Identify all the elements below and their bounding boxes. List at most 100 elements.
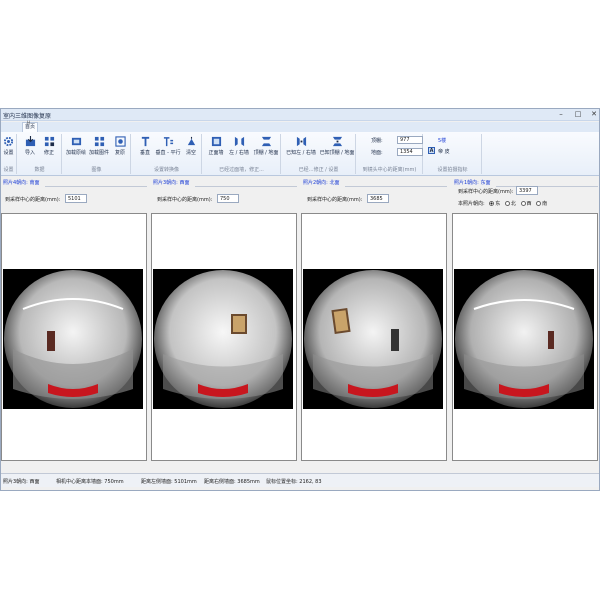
- left-right-wall-icon: [234, 136, 244, 147]
- photo-panel-north: 照片2朝向: 北面 到采样中心的距离(mm):: [301, 176, 450, 469]
- status-left-wall: 距离左侧墙面: 5101mm: [141, 479, 197, 485]
- distance-label: 到采样中心的距离(mm):: [458, 189, 514, 195]
- photo-panel-east: 照片1朝向: 东面 到采样中心的距离(mm): 本照片朝向: 东 北 西 南: [452, 176, 599, 469]
- photo-frame: [1, 213, 147, 461]
- load-image-button[interactable]: 加载图件: [88, 136, 110, 156]
- group-label-data: 数据: [34, 167, 45, 173]
- floor-distance-input[interactable]: [397, 148, 423, 156]
- window-title: 室内三维图像复原: [3, 113, 52, 120]
- distance-row: 到采样中心的距离(mm):: [458, 186, 538, 195]
- panel-header: 照片1朝向: 东面: [454, 180, 491, 186]
- close-button[interactable]: ✕: [587, 110, 599, 119]
- clear-icon: [187, 136, 195, 146]
- left-right-wall-button[interactable]: 左 / 右墙: [227, 136, 251, 156]
- floor-distance-label: 地面:: [371, 150, 383, 156]
- ceiling-distance-input[interactable]: [397, 136, 423, 144]
- status-photo: 照片3朝向: 西面: [3, 479, 40, 485]
- direction-radio-group: 本照片朝向: 东 北 西 南: [458, 200, 547, 207]
- status-center-distance: 相机中心距离本墙面: 750mm: [56, 479, 124, 485]
- status-right-wall: 距离右侧墙面: 3685mm: [204, 479, 260, 485]
- group-transform: 垂直 垂直 - 平行 清空 设置转换像: [132, 134, 202, 174]
- distance-row: 到采样中心的距离(mm):: [5, 194, 87, 203]
- import-icon: [25, 136, 35, 147]
- distance-input[interactable]: [65, 194, 87, 203]
- correct-icon: [44, 136, 54, 147]
- front-wall-button[interactable]: 正面墙: [206, 136, 226, 156]
- settings-button[interactable]: 设置: [1, 136, 16, 156]
- orientation-flag-button[interactable]: A: [428, 147, 435, 154]
- orientation-direction-label: 帝 皮: [438, 149, 450, 155]
- group-correction: 正面墙 左 / 右墙 顶棚 / 地面 已经过面墙，修正...: [203, 134, 281, 174]
- distance-input[interactable]: [367, 194, 389, 203]
- fisheye-photo[interactable]: [3, 269, 143, 409]
- group-label-settings: 设置: [3, 167, 14, 173]
- radio-north-label: 北: [510, 201, 516, 207]
- radio-south-label: 南: [542, 201, 548, 207]
- known-left-right-icon: [296, 136, 306, 147]
- fisheye-photo[interactable]: [454, 269, 594, 409]
- group-settings: 设置 设置: [1, 134, 17, 174]
- radio-east-label: 东: [495, 201, 501, 207]
- distance-label: 到采样中心的距离(mm):: [157, 197, 213, 203]
- distance-input[interactable]: [217, 194, 239, 203]
- group-label-orientation: 设置拍摄指标: [437, 167, 468, 173]
- fisheye-photo[interactable]: [303, 269, 443, 409]
- restore-icon: [114, 136, 126, 147]
- correct-button[interactable]: 修正: [40, 136, 58, 156]
- ceiling-floor-button[interactable]: 顶棚 / 地面: [252, 136, 280, 156]
- radio-south[interactable]: [536, 201, 542, 206]
- load-icon: [71, 137, 81, 146]
- group-label-transform: 设置转换像: [153, 167, 179, 173]
- radio-north[interactable]: [504, 201, 510, 206]
- known-left-right-button[interactable]: 已知左 / 右墙: [284, 136, 318, 156]
- group-label-image: 图像: [91, 167, 102, 173]
- minimize-button[interactable]: –: [553, 110, 569, 119]
- distance-label: 到采样中心的距离(mm):: [5, 197, 61, 203]
- ceiling-distance-label: 顶棚:: [371, 138, 383, 144]
- known-ceiling-floor-icon: [332, 136, 342, 147]
- radio-east[interactable]: [489, 201, 495, 206]
- maximize-button[interactable]: □: [570, 110, 586, 119]
- fisheye-image: [454, 269, 594, 409]
- photo-panel-west: 照片3朝向: 西面 到采样中心的距离(mm):: [151, 176, 300, 469]
- status-bar: 照片3朝向: 西面 相机中心距离本墙面: 750mm 距离左侧墙面: 5101m…: [1, 473, 599, 487]
- ceiling-distance-row: 顶棚:: [371, 136, 423, 144]
- vertical-icon: [141, 136, 149, 147]
- vertical-button[interactable]: 垂直: [136, 136, 154, 156]
- distance-row: 到采样中心的距离(mm):: [157, 194, 239, 203]
- vertical-parallel-button[interactable]: 垂直 - 平行: [155, 136, 181, 156]
- group-label-known-correction: 已经…修正 / 设置: [298, 167, 339, 173]
- fisheye-image: [3, 269, 143, 409]
- group-data: 导入 修正 数据: [18, 134, 62, 174]
- front-wall-icon: [211, 136, 221, 147]
- known-ceiling-floor-button[interactable]: 已知顶棚 / 地面: [319, 136, 355, 156]
- status-coords: 鼠标位置坐标: 2162, 83: [266, 479, 322, 485]
- direction-label: 本照片朝向:: [458, 201, 485, 207]
- photo-frame: [301, 213, 447, 461]
- distance-input[interactable]: [516, 186, 538, 195]
- photo-frame: [151, 213, 297, 461]
- tab-shortcut-letter: H: [27, 120, 31, 125]
- distance-row: 到采样中心的距离(mm):: [307, 194, 389, 203]
- fisheye-image: [303, 269, 443, 409]
- radio-west[interactable]: [520, 201, 526, 206]
- clear-button[interactable]: 清空: [182, 136, 200, 156]
- title-bar: 室内三维图像复原 – □ ✕: [1, 109, 599, 121]
- load-original-button[interactable]: 加载原绘: [65, 136, 87, 156]
- main-window: 室内三维图像复原 – □ ✕ 首页 H 设置 设置 导入 修正 数据 加载原绘 …: [0, 108, 600, 491]
- floor-distance-row: 地面:: [371, 148, 423, 156]
- panel-divider: [496, 186, 598, 187]
- gear-icon: [3, 136, 14, 147]
- panel-header: 照片4朝向: 南面: [3, 180, 40, 186]
- floor-level-label: 5楼: [438, 138, 447, 144]
- group-known-correction: 已知左 / 右墙 已知顶棚 / 地面 已经…修正 / 设置: [282, 134, 356, 174]
- restore-button[interactable]: 复原: [111, 136, 129, 156]
- fisheye-photo[interactable]: [153, 269, 293, 409]
- radio-west-label: 西: [526, 201, 532, 207]
- panel-header: 照片3朝向: 西面: [153, 180, 190, 186]
- panel-header: 照片2朝向: 北面: [303, 180, 340, 186]
- tab-row: 首页: [1, 122, 599, 132]
- group-image: 加载原绘 加载图件 复原 图像: [63, 134, 131, 174]
- import-button[interactable]: 导入: [21, 136, 39, 156]
- load-image-icon: [94, 136, 104, 147]
